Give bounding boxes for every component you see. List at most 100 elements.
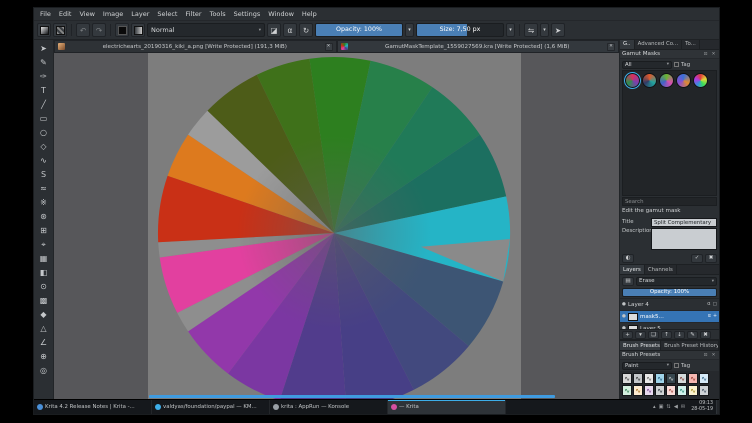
preset-tag-checkbox[interactable] <box>674 363 679 368</box>
tab-layers[interactable]: Layers <box>620 265 645 274</box>
brush-preset-thumb-8[interactable]: ∿ <box>699 373 709 384</box>
close-docker-icon[interactable]: ✕ <box>710 52 717 57</box>
freehand-path-tool[interactable]: ≈ <box>36 182 52 195</box>
document-tab-kiki[interactable]: electrichearts_20190316_kiki_a.png [Writ… <box>54 40 337 53</box>
transform-tool[interactable]: ⊞ <box>36 224 52 237</box>
measure-tool[interactable]: ∠ <box>36 336 52 349</box>
brush-preset-thumb-10[interactable]: ∿ <box>633 385 643 396</box>
fill-tool[interactable]: ◆ <box>36 308 52 321</box>
taskbar-item-4[interactable]: — Krita <box>388 400 506 414</box>
gamut-mask-thumb-2[interactable] <box>642 73 657 88</box>
show-desktop-button[interactable] <box>716 400 719 414</box>
preserve-alpha-icon[interactable]: α <box>283 23 297 37</box>
color-sampler-tool[interactable]: ⊙ <box>36 280 52 293</box>
mask-save-button[interactable]: ✓ <box>691 253 703 263</box>
canvas-viewport[interactable] <box>54 53 619 399</box>
dock-tab-advanced-color[interactable]: Advanced Co... <box>635 40 683 49</box>
ellipse-tool[interactable]: ○ <box>36 126 52 139</box>
brush-preset-thumb-6[interactable]: ∿ <box>677 373 687 384</box>
brush-preset-thumb-3[interactable]: ∿ <box>644 373 654 384</box>
opacity-dropdown-icon[interactable]: ▾ <box>405 23 414 37</box>
gamut-search-input[interactable]: Search <box>622 197 717 206</box>
mirror-dropdown-icon[interactable]: ▾ <box>540 23 549 37</box>
add-layer-dropdown-icon[interactable]: ▾ <box>635 330 646 339</box>
brush-preset-thumb-14[interactable]: ∿ <box>677 385 687 396</box>
move-layer-down-button[interactable]: ↓ <box>674 330 685 339</box>
tab-brush-presets[interactable]: Brush Presets <box>620 341 662 350</box>
brush-preset-thumb-7[interactable]: ∿ <box>688 373 698 384</box>
document-tab-gamutmask[interactable]: GamutMaskTemplate_1559027569.kra [Write … <box>336 40 619 53</box>
menu-settings[interactable]: Settings <box>230 10 265 18</box>
visibility-icon[interactable]: ● <box>622 302 626 307</box>
brush-preset-thumb-16[interactable]: ∿ <box>699 385 709 396</box>
visibility-icon[interactable]: ● <box>622 314 626 319</box>
tray-network-icon[interactable]: ⇅ <box>667 404 671 410</box>
gamut-mask-thumb-1[interactable] <box>624 72 641 89</box>
taskbar-clock[interactable]: 09:13 28-05-19 <box>688 400 716 414</box>
gradient-swatch[interactable] <box>131 23 145 37</box>
mask-title-input[interactable]: Split Complementary <box>651 217 717 227</box>
tray-mail-icon[interactable]: ✉ <box>681 404 685 410</box>
pan-tool[interactable]: ◎ <box>36 364 52 377</box>
delete-layer-button[interactable]: ✖ <box>700 330 711 339</box>
gradient-chooser-button[interactable] <box>37 23 51 37</box>
menu-select[interactable]: Select <box>153 10 181 18</box>
select-shapes-tool[interactable]: ➤ <box>36 42 52 55</box>
text-tool[interactable]: T <box>36 84 52 97</box>
tab-channels[interactable]: Channels <box>645 265 677 274</box>
taskbar-item-2[interactable]: valdyas/foundation/paypal — KM... <box>152 400 270 414</box>
rectangle-tool[interactable]: ▭ <box>36 112 52 125</box>
mask-preview-button[interactable]: ◐ <box>622 253 634 263</box>
zoom-tool[interactable]: ⊕ <box>36 350 52 363</box>
menu-filter[interactable]: Filter <box>181 10 205 18</box>
calligraphy-tool[interactable]: ✑ <box>36 70 52 83</box>
wrap-around-icon[interactable]: ➤ <box>551 23 565 37</box>
eraser-mode-icon[interactable]: ◪ <box>267 23 281 37</box>
redo-icon[interactable]: ↷ <box>92 23 106 37</box>
polyline-tool[interactable]: ∿ <box>36 154 52 167</box>
layer-row-layer4[interactable]: ● Layer 4 α ▢ <box>620 299 719 311</box>
menu-help[interactable]: Help <box>298 10 321 18</box>
float-docker-icon[interactable]: ⊡ <box>702 353 709 358</box>
brush-preset-thumb-2[interactable]: ∿ <box>633 373 643 384</box>
duplicate-layer-button[interactable]: ❏ <box>648 330 659 339</box>
gamut-mask-thumb-3[interactable] <box>659 73 674 88</box>
mask-cancel-button[interactable]: ✖ <box>705 253 717 263</box>
gamut-mask-thumb-5[interactable] <box>693 73 708 88</box>
pattern-chooser-button[interactable] <box>53 23 67 37</box>
assistants-tool[interactable]: △ <box>36 322 52 335</box>
menu-tools[interactable]: Tools <box>206 10 230 18</box>
close-document-icon[interactable]: ✕ <box>324 42 333 51</box>
layer-opacity-slider[interactable]: Opacity: 100% <box>622 288 717 297</box>
brush-preset-thumb-5[interactable]: ∿ <box>666 373 676 384</box>
layer-blending-mode-dropdown[interactable]: Erase ▾ <box>636 276 717 286</box>
freehand-brush-tool[interactable]: ✎ <box>36 56 52 69</box>
polygon-tool[interactable]: ◇ <box>36 140 52 153</box>
mask-description-input[interactable] <box>651 228 717 250</box>
opacity-slider[interactable]: Opacity: 100% <box>315 23 403 37</box>
dock-tab-tool-options[interactable]: To... <box>682 40 700 49</box>
float-docker-icon[interactable]: ⊡ <box>702 52 709 57</box>
menu-edit[interactable]: Edit <box>55 10 76 18</box>
gradient-tool[interactable]: ◧ <box>36 266 52 279</box>
brush-preset-thumb-11[interactable]: ∿ <box>644 385 654 396</box>
gamut-tag-checkbox[interactable] <box>674 62 679 67</box>
bezier-curve-tool[interactable]: S <box>36 168 52 181</box>
line-tool[interactable]: ╱ <box>36 98 52 111</box>
canvas-scrollbar[interactable] <box>149 395 555 398</box>
menu-view[interactable]: View <box>75 10 98 18</box>
move-tool[interactable]: ⌖ <box>36 238 52 251</box>
tray-expand-icon[interactable]: ▴ <box>653 404 656 410</box>
blending-mode-dropdown[interactable]: Normal ▾ <box>147 23 265 37</box>
brush-preset-thumb-15[interactable]: ∿ <box>688 385 698 396</box>
undo-icon[interactable]: ↶ <box>76 23 90 37</box>
brush-preset-thumb-13[interactable]: ∿ <box>666 385 676 396</box>
move-layer-up-button[interactable]: ↑ <box>661 330 672 339</box>
layer-properties-button[interactable]: ✎ <box>687 330 698 339</box>
crop-tool[interactable]: ▦ <box>36 252 52 265</box>
menu-layer[interactable]: Layer <box>127 10 153 18</box>
gamut-mask-thumb-4[interactable] <box>676 73 691 88</box>
add-layer-button[interactable]: + <box>622 330 633 339</box>
brush-preset-thumb-4[interactable]: ∿ <box>655 373 665 384</box>
reload-preset-icon[interactable]: ↻ <box>299 23 313 37</box>
